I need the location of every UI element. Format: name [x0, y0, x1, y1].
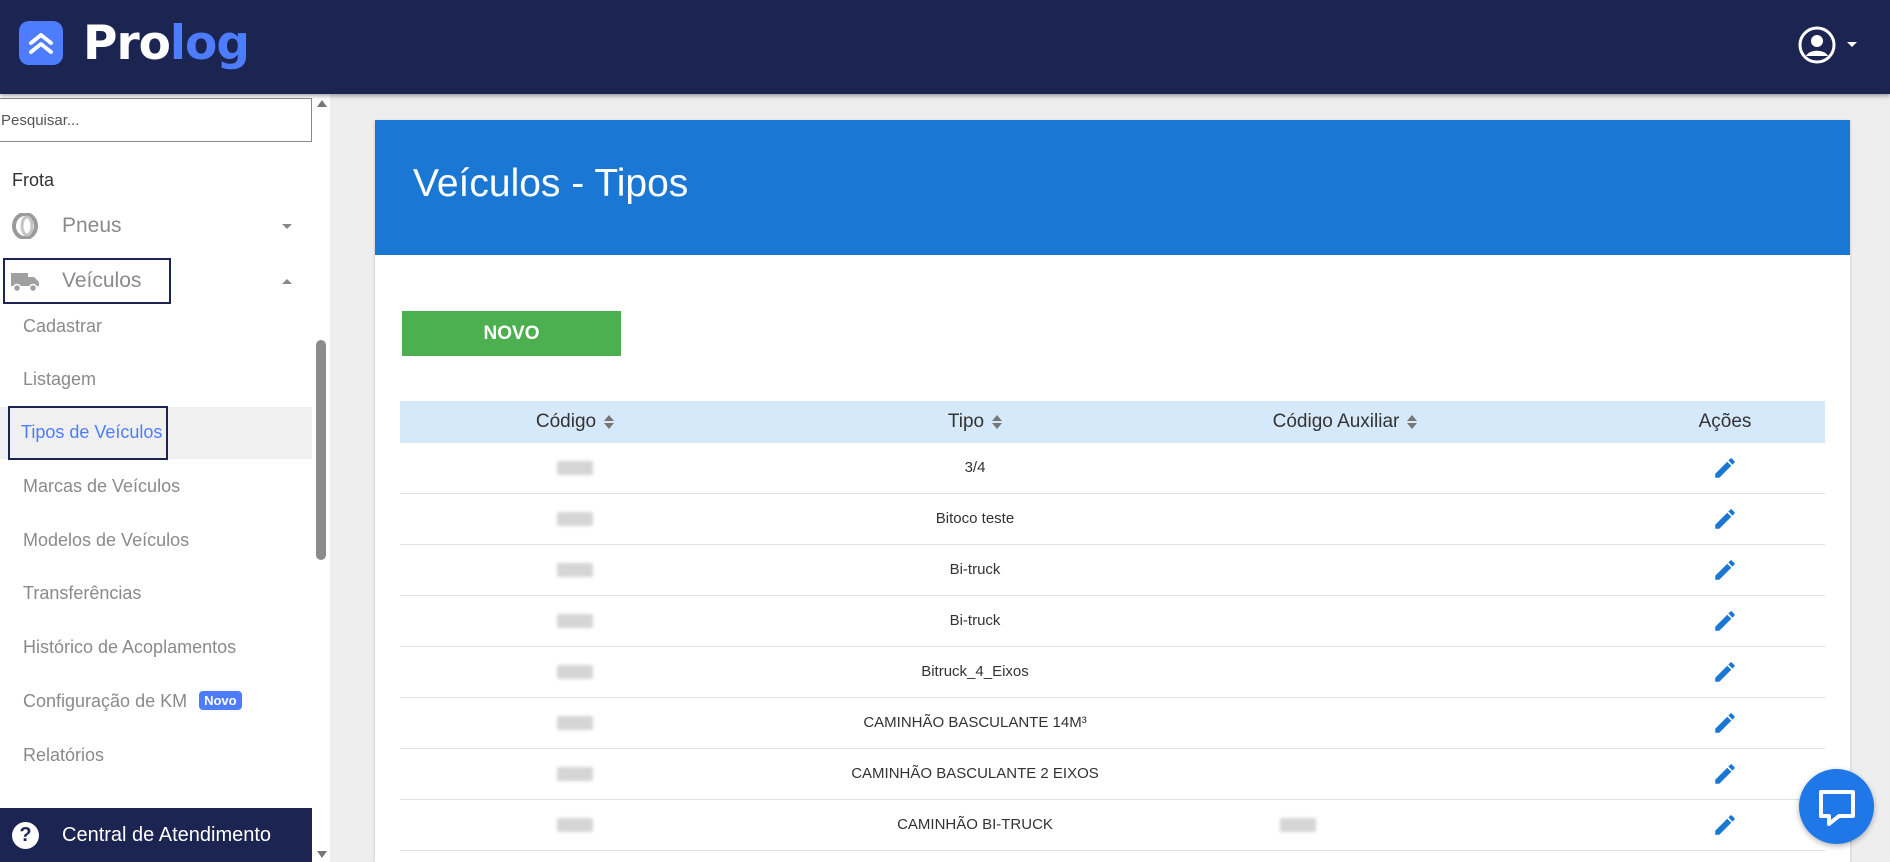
table-row: Bitruck_4_Eixos: [400, 647, 1825, 698]
column-header-acoes: Ações: [1560, 401, 1890, 443]
chat-bubble-icon: [1819, 790, 1855, 826]
cell-tipo: Bi-truck: [949, 561, 1001, 578]
help-center-button[interactable]: ? Central de Atendimento: [0, 808, 314, 862]
redacted-code: [557, 563, 593, 577]
account-circle-icon: [1798, 26, 1836, 64]
table-row: Bi-truck: [400, 596, 1825, 647]
truck-icon: [11, 273, 39, 293]
user-menu-button[interactable]: [1798, 26, 1858, 64]
pencil-icon[interactable]: [1712, 659, 1738, 685]
sidebar-scrollbar[interactable]: [312, 94, 330, 862]
sidebar-item-transferencias[interactable]: Transferências: [23, 583, 141, 604]
chevron-up-icon: [282, 278, 292, 284]
redacted-code: [557, 665, 593, 679]
page-title: Veículos - Tipos: [413, 162, 689, 205]
sidebar: Frota Pneus Veículos Cadastrar Listagem …: [0, 94, 330, 862]
help-icon: ?: [12, 822, 39, 849]
column-header-codigo-auxiliar[interactable]: Código Auxiliar: [1170, 401, 1520, 443]
cell-tipo: Bitoco teste: [935, 510, 1015, 527]
brand-name-part2: log: [169, 16, 250, 71]
section-label-frota: Frota: [12, 170, 55, 190]
column-label: Tipo: [947, 411, 985, 432]
redacted-code: [557, 614, 593, 628]
chat-support-button[interactable]: [1799, 769, 1874, 844]
new-button[interactable]: NOVO: [402, 311, 621, 356]
sidebar-item-modelos-de-veiculos[interactable]: Modelos de Veículos: [23, 530, 189, 551]
brand-logo-text[interactable]: Prolog: [83, 14, 250, 74]
table-row: CAMINHÃO BI-TRUCK: [400, 800, 1825, 851]
pencil-icon[interactable]: [1712, 710, 1738, 736]
top-navbar: Prolog: [0, 0, 1890, 94]
table-row: Bi-truck: [400, 545, 1825, 596]
sidebar-item-relatorios[interactable]: Relatórios: [23, 745, 104, 766]
chevron-down-icon: [282, 223, 292, 229]
pencil-icon[interactable]: [1712, 506, 1738, 532]
redacted-auxiliary-code: [1280, 818, 1316, 832]
column-header-codigo[interactable]: Código: [400, 401, 750, 443]
card-header: Veículos - Tipos: [375, 120, 1850, 255]
pencil-icon[interactable]: [1712, 455, 1738, 481]
table-header: Código Tipo Código Auxiliar Ações: [400, 401, 1825, 443]
sidebar-group-label: Veículos: [62, 269, 142, 292]
sort-icon: [1407, 415, 1418, 429]
cell-tipo: Bitruck_4_Eixos: [921, 663, 1029, 680]
brand-name-part1: Pro: [83, 16, 171, 71]
content-card: Veículos - Tipos NOVO Código Tipo Código…: [375, 120, 1850, 862]
sidebar-item-historico-de-acoplamentos[interactable]: Histórico de Acoplamentos: [23, 637, 236, 658]
column-label: Código: [535, 411, 597, 432]
scroll-up-arrow-icon[interactable]: [317, 100, 327, 107]
sidebar-item-label: Configuração de KM: [23, 691, 188, 711]
help-center-label: Central de Atendimento: [62, 823, 272, 846]
prolog-logo-icon[interactable]: [19, 21, 63, 65]
redacted-code: [557, 512, 593, 526]
sidebar-item-cadastrar[interactable]: Cadastrar: [23, 316, 102, 337]
pencil-icon[interactable]: [1712, 557, 1738, 583]
sidebar-item-configuracao-de-km[interactable]: Configuração de KM Novo: [23, 691, 242, 712]
redacted-code: [557, 461, 593, 475]
sort-icon: [992, 415, 1003, 429]
table-row: Bitoco teste: [400, 494, 1825, 545]
cell-tipo: Bi-truck: [949, 612, 1001, 629]
new-badge: Novo: [199, 691, 242, 710]
caret-down-icon: [1847, 42, 1857, 47]
tire-icon: [12, 213, 38, 239]
table-row: 3/4: [400, 443, 1825, 494]
table-row: CAMINHÃO BASCULANTE 14M³: [400, 698, 1825, 749]
sidebar-item-marcas-de-veiculos[interactable]: Marcas de Veículos: [23, 476, 180, 497]
sidebar-item-listagem[interactable]: Listagem: [23, 369, 96, 390]
scrollbar-thumb[interactable]: [316, 340, 326, 560]
column-label: Código Auxiliar: [1272, 411, 1400, 432]
pencil-icon[interactable]: [1712, 761, 1738, 787]
pencil-icon[interactable]: [1712, 608, 1738, 634]
sort-icon: [604, 415, 615, 429]
sidebar-group-pneus[interactable]: Pneus: [4, 204, 304, 248]
redacted-code: [557, 767, 593, 781]
cell-tipo: CAMINHÃO BI-TRUCK: [897, 816, 1053, 833]
cell-tipo: CAMINHÃO BASCULANTE 2 EIXOS: [851, 765, 1099, 782]
cell-tipo: CAMINHÃO BASCULANTE 14M³: [863, 714, 1087, 731]
redacted-code: [557, 818, 593, 832]
column-header-tipo[interactable]: Tipo: [800, 401, 1150, 443]
table-row: CAMINHÃO BASCULANTE 2 EIXOS: [400, 749, 1825, 800]
sidebar-item-tipos-de-veiculos[interactable]: Tipos de Veículos: [21, 422, 162, 443]
vehicle-types-table: Código Tipo Código Auxiliar Ações 3/4 Bi…: [400, 401, 1825, 851]
column-label: Ações: [1698, 411, 1752, 432]
pencil-icon[interactable]: [1712, 812, 1738, 838]
sidebar-search-input[interactable]: [0, 98, 312, 142]
cell-tipo: 3/4: [964, 459, 986, 476]
scroll-down-arrow-icon[interactable]: [317, 851, 327, 858]
sidebar-group-label: Pneus: [62, 214, 122, 237]
sidebar-group-veiculos[interactable]: Veículos: [4, 259, 304, 303]
redacted-code: [557, 716, 593, 730]
